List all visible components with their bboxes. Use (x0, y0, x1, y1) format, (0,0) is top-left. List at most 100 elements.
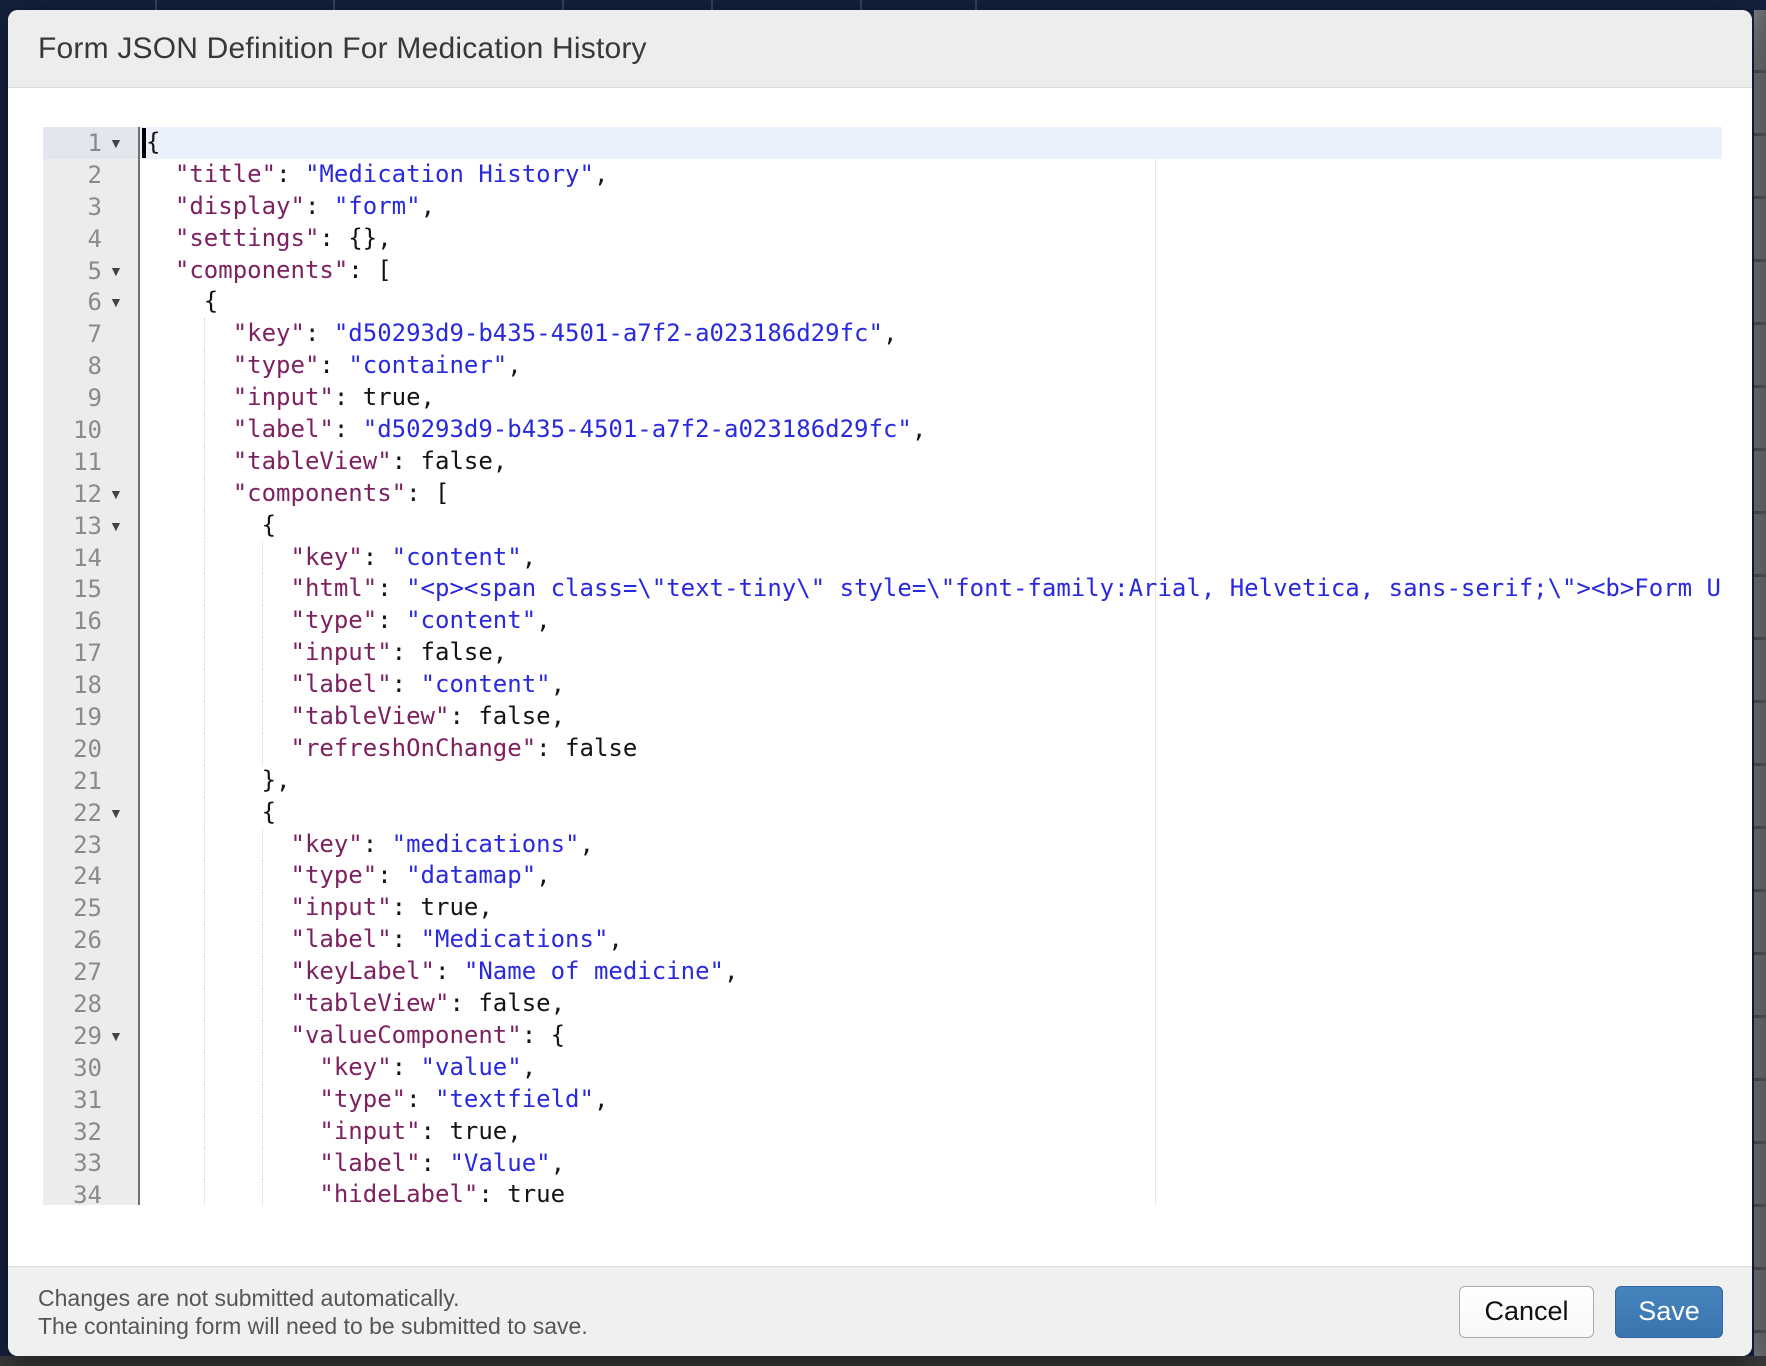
code-line[interactable]: "input": true, (140, 1116, 1722, 1148)
code-line[interactable]: "key": "value", (140, 1052, 1722, 1084)
code-line[interactable]: "hideLabel": true (140, 1179, 1722, 1205)
code-line[interactable]: "tableView": false, (140, 446, 1722, 478)
fold-caret-icon[interactable]: ▼ (102, 518, 138, 534)
fold-caret-icon[interactable]: ▼ (102, 486, 138, 502)
json-string: "d50293d9-b435-4501-a7f2-a023186d29fc" (363, 415, 912, 443)
json-string: "Medication History" (305, 160, 594, 188)
gutter-line: 26 (43, 924, 138, 956)
line-number: 15 (43, 575, 102, 603)
code-line[interactable]: "title": "Medication History", (140, 159, 1722, 191)
json-plain: : (377, 574, 406, 602)
json-key: "keyLabel" (291, 957, 436, 985)
indent-guide (204, 605, 205, 637)
json-plain (146, 1149, 319, 1177)
editor-gutter: 1▼2345▼6▼789101112▼13▼141516171819202122… (43, 127, 140, 1205)
code-line[interactable]: "input": true, (140, 892, 1722, 924)
gutter-line: 21 (43, 765, 138, 797)
code-line[interactable]: "display": "form", (140, 191, 1722, 223)
json-plain: , (551, 1149, 565, 1177)
json-code-editor[interactable]: 1▼2345▼6▼789101112▼13▼141516171819202122… (43, 127, 1722, 1205)
code-line[interactable]: "type": "textfield", (140, 1084, 1722, 1116)
dialog-body: 1▼2345▼6▼789101112▼13▼141516171819202122… (8, 88, 1752, 1266)
json-plain (146, 638, 291, 666)
json-plain: : (305, 319, 334, 347)
code-line[interactable]: "tableView": false, (140, 988, 1722, 1020)
gutter-line: 29▼ (43, 1020, 138, 1052)
code-line[interactable]: "key": "d50293d9-b435-4501-a7f2-a023186d… (140, 318, 1722, 350)
code-line[interactable]: { (140, 286, 1722, 318)
gutter-line: 11 (43, 446, 138, 478)
json-plain: : (276, 160, 305, 188)
code-line[interactable]: "label": "Value", (140, 1148, 1722, 1180)
json-plain: , (551, 670, 565, 698)
json-string: "content" (392, 543, 522, 571)
json-key: "key" (233, 319, 305, 347)
code-line[interactable]: "input": false, (140, 637, 1722, 669)
code-line[interactable]: "type": "datamap", (140, 860, 1722, 892)
code-line[interactable]: "key": "content", (140, 542, 1722, 574)
code-line[interactable]: { (140, 127, 1722, 159)
json-string: "d50293d9-b435-4501-a7f2-a023186d29fc" (334, 319, 883, 347)
code-line[interactable]: "key": "medications", (140, 829, 1722, 861)
json-key: "input" (319, 1117, 420, 1145)
indent-guide (262, 573, 263, 605)
fold-caret-icon[interactable]: ▼ (102, 294, 138, 310)
code-line[interactable]: }, (140, 765, 1722, 797)
line-number: 9 (43, 384, 102, 412)
gutter-line: 17 (43, 637, 138, 669)
code-line[interactable]: "tableView": false, (140, 701, 1722, 733)
code-line[interactable]: "keyLabel": "Name of medicine", (140, 956, 1722, 988)
code-line[interactable]: "refreshOnChange": false (140, 733, 1722, 765)
code-line[interactable]: "label": "d50293d9-b435-4501-a7f2-a02318… (140, 414, 1722, 446)
json-key: "type" (291, 606, 378, 634)
indent-guide (204, 510, 205, 542)
code-line[interactable]: "html": "<p><span class=\"text-tiny\" st… (140, 573, 1722, 605)
json-plain: : (319, 351, 348, 379)
indent-guide (204, 765, 205, 797)
code-line[interactable]: "label": "content", (140, 669, 1722, 701)
indent-guide (262, 733, 263, 765)
code-line[interactable]: "type": "content", (140, 605, 1722, 637)
cancel-button[interactable]: Cancel (1459, 1286, 1594, 1338)
json-plain (146, 1085, 319, 1113)
json-key: "settings" (175, 224, 320, 252)
line-number: 16 (43, 607, 102, 635)
editor-scroller[interactable]: { "title": "Medication History", "displa… (140, 127, 1722, 1205)
json-key: "type" (319, 1085, 406, 1113)
json-plain: }, (146, 766, 291, 794)
json-plain: : [ (406, 479, 449, 507)
indent-guide (204, 414, 205, 446)
fold-caret-icon[interactable]: ▼ (102, 263, 138, 279)
code-line[interactable]: { (140, 510, 1722, 542)
code-line[interactable]: "components": [ (140, 478, 1722, 510)
json-key: "input" (291, 638, 392, 666)
code-line[interactable]: "type": "container", (140, 350, 1722, 382)
json-plain (146, 861, 291, 889)
fold-caret-icon[interactable]: ▼ (102, 805, 138, 821)
indent-guide (262, 829, 263, 861)
line-number: 18 (43, 671, 102, 699)
gutter-line: 30 (43, 1052, 138, 1084)
json-key: "tableView" (233, 447, 392, 475)
json-plain: : (392, 925, 421, 953)
save-button[interactable]: Save (1615, 1286, 1723, 1338)
code-line[interactable]: "valueComponent": { (140, 1020, 1722, 1052)
code-line[interactable]: { (140, 797, 1722, 829)
json-plain: : { (522, 1021, 565, 1049)
fold-caret-icon[interactable]: ▼ (102, 135, 138, 151)
navbar-divider (562, 0, 564, 10)
code-line[interactable]: "settings": {}, (140, 223, 1722, 255)
json-string: "datamap" (406, 861, 536, 889)
gutter-line: 25 (43, 892, 138, 924)
json-key: "refreshOnChange" (291, 734, 537, 762)
json-key: "type" (291, 861, 378, 889)
fold-caret-icon[interactable]: ▼ (102, 1028, 138, 1044)
json-plain (146, 351, 233, 379)
code-line[interactable]: "components": [ (140, 255, 1722, 287)
code-line[interactable]: "label": "Medications", (140, 924, 1722, 956)
indent-guide (204, 1116, 205, 1148)
line-number: 31 (43, 1086, 102, 1114)
indent-guide (262, 1116, 263, 1148)
dialog-title: Form JSON Definition For Medication Hist… (38, 32, 647, 66)
code-line[interactable]: "input": true, (140, 382, 1722, 414)
